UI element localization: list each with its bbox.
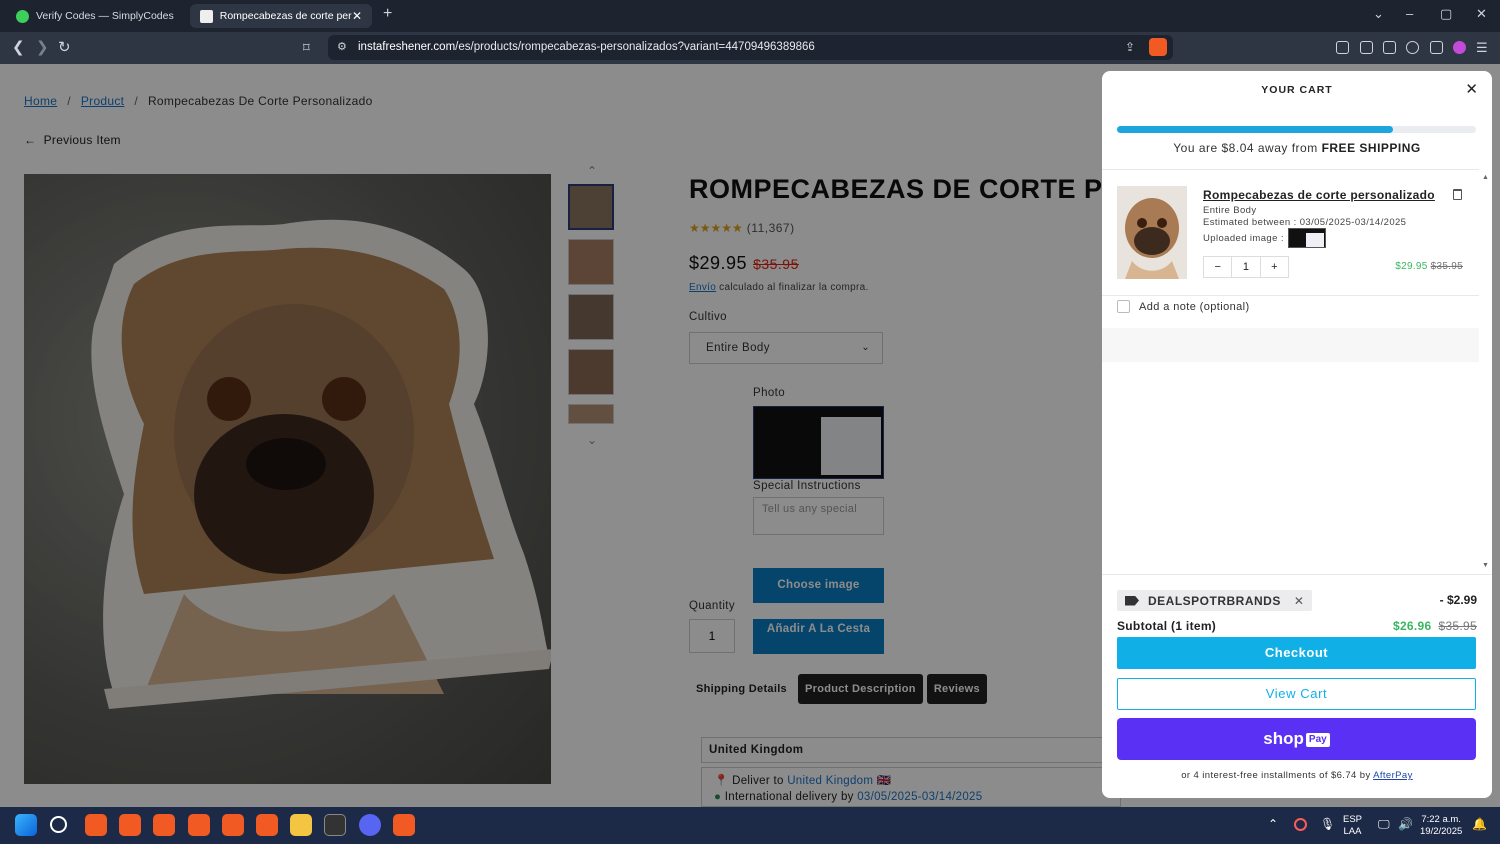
cart-item-image[interactable] xyxy=(1117,186,1187,279)
back-button[interactable]: ❮ xyxy=(12,38,25,56)
maximize-button[interactable]: ▢ xyxy=(1440,6,1452,22)
brave-app-icon[interactable] xyxy=(153,814,175,836)
free-shipping-message: You are $8.04 away from FREE SHIPPING xyxy=(1173,141,1421,155)
browser-toolbar: ❮ ❯ ↻ ⌑ ⚙ instafreshener.com/es/products… xyxy=(0,32,1500,64)
brave-app-icon[interactable] xyxy=(85,814,107,836)
site-info-icon[interactable]: ⚙ xyxy=(337,40,347,53)
profile-avatar[interactable] xyxy=(1453,41,1466,54)
tag-icon xyxy=(1125,595,1139,606)
cart-drawer: YOUR CART ✕ You are $8.04 away from FREE… xyxy=(1102,71,1492,798)
wallet-icon[interactable] xyxy=(1383,41,1396,54)
tab-instafreshener[interactable]: Rompecabezas de corte person ✕ xyxy=(190,4,372,28)
tab-title: Verify Codes — SimplyCodes xyxy=(36,10,174,22)
subtotal-price: $26.96 $35.95 xyxy=(1392,619,1477,633)
windows-start-icon[interactable] xyxy=(15,814,37,836)
tab-title: Rompecabezas de corte person xyxy=(219,10,352,22)
leo-ai-icon[interactable] xyxy=(1406,41,1419,54)
reload-button[interactable]: ↻ xyxy=(58,38,71,56)
remove-discount-icon[interactable]: ✕ xyxy=(1294,594,1305,608)
subtotal-label: Subtotal (1 item) xyxy=(1117,619,1217,633)
share-icon[interactable]: ⇪ xyxy=(1125,40,1135,54)
trash-icon[interactable] xyxy=(1453,189,1462,200)
discount-code-badge: DEALSPOTRBRANDS ✕ xyxy=(1117,590,1313,611)
checkout-button[interactable]: Checkout xyxy=(1117,637,1476,669)
cart-item-estimate: Estimated between : 03/05/2025-03/14/202… xyxy=(1203,217,1407,228)
forward-button[interactable]: ❯ xyxy=(36,38,49,56)
tray-chevron-up-icon[interactable]: ⌃ xyxy=(1268,818,1278,830)
menu-icon[interactable]: ☰ xyxy=(1476,40,1488,56)
microphone-icon[interactable]: 🎙 xyxy=(1320,818,1335,830)
browser-tab-bar: Verify Codes — SimplyCodes Rompecabezas … xyxy=(0,0,1500,32)
close-cart-icon[interactable]: ✕ xyxy=(1465,80,1478,98)
volume-icon[interactable]: 🔊 xyxy=(1398,818,1413,830)
brave-app-icon-active[interactable] xyxy=(393,814,415,836)
cart-item-price: $29.95 $35.95 xyxy=(1395,261,1463,272)
window-close-button[interactable]: ✕ xyxy=(1476,6,1487,22)
site-favicon-icon xyxy=(200,9,213,23)
language-indicator[interactable]: ESP LAA xyxy=(1343,814,1362,838)
cart-item-variant: Entire Body xyxy=(1203,205,1257,216)
notification-bell-icon[interactable]: 🔔 xyxy=(1472,818,1487,830)
network-icon[interactable]: 🖵 xyxy=(1378,818,1390,830)
sync-icon[interactable] xyxy=(1294,818,1307,831)
cart-scrollbar[interactable]: ▲ ▼ xyxy=(1481,174,1490,574)
cart-title: YOUR CART xyxy=(1261,84,1333,96)
product-page: Home / Product / Rompecabezas De Corte Perso… xyxy=(0,64,1500,807)
cart-quantity-value[interactable]: 1 xyxy=(1231,257,1261,277)
brave-app-icon[interactable] xyxy=(119,814,141,836)
add-note-toggle[interactable]: Add a note (optional) xyxy=(1117,300,1250,313)
vpn-shield-icon[interactable] xyxy=(1430,41,1443,54)
sidebar-icon[interactable] xyxy=(1360,41,1373,54)
shop-pay-button[interactable]: shop Pay xyxy=(1117,718,1476,760)
file-explorer-icon[interactable] xyxy=(290,814,312,836)
tab-simplycodes[interactable]: Verify Codes — SimplyCodes xyxy=(6,4,186,28)
simplycodes-icon xyxy=(16,9,29,23)
decrease-quantity-button[interactable]: − xyxy=(1204,257,1231,277)
extensions-icon[interactable] xyxy=(1336,41,1349,54)
minimize-button[interactable]: – xyxy=(1406,6,1413,21)
url-text: instafreshener.com/es/products/rompecabe… xyxy=(358,41,815,53)
clock[interactable]: 7:22 a.m. 19/2/2025 xyxy=(1420,814,1462,838)
search-icon[interactable] xyxy=(50,816,67,833)
free-shipping-progress xyxy=(1117,126,1476,133)
address-bar[interactable]: ⚙ instafreshener.com/es/products/rompeca… xyxy=(328,35,1173,60)
cart-item-uploaded-label: Uploaded image : xyxy=(1203,233,1284,244)
cart-item-name[interactable]: Rompecabezas de corte personalizado xyxy=(1203,188,1435,202)
cart-quantity-stepper: − 1 + xyxy=(1203,256,1289,278)
afterpay-note: or 4 interest-free installments of $6.74… xyxy=(1181,770,1413,781)
scroll-up-icon[interactable]: ▲ xyxy=(1481,174,1490,181)
increase-quantity-button[interactable]: + xyxy=(1261,257,1288,277)
tab-list-chevron-icon[interactable]: ⌄ xyxy=(1373,6,1384,22)
bookmark-icon[interactable]: ⌑ xyxy=(303,40,310,56)
brave-shield-icon[interactable] xyxy=(1149,38,1167,56)
view-cart-button[interactable]: View Cart xyxy=(1117,678,1476,710)
brave-app-icon[interactable] xyxy=(188,814,210,836)
note-checkbox[interactable] xyxy=(1117,300,1130,313)
uploaded-image-thumbnail[interactable] xyxy=(1288,228,1326,248)
discount-amount: - $2.99 xyxy=(1439,593,1477,607)
new-tab-button[interactable]: + xyxy=(383,5,392,23)
windows-taskbar: ⌃ 🎙 ESP LAA 🖵 🔊 7:22 a.m. 19/2/2025 🔔 xyxy=(0,807,1500,844)
close-tab-icon[interactable]: ✕ xyxy=(352,9,362,23)
terminal-icon[interactable] xyxy=(324,814,346,836)
brave-app-icon[interactable] xyxy=(222,814,244,836)
brave-app-icon[interactable] xyxy=(256,814,278,836)
scroll-down-icon[interactable]: ▼ xyxy=(1481,562,1490,569)
discord-icon[interactable] xyxy=(359,814,381,836)
afterpay-link[interactable]: AfterPay xyxy=(1373,770,1413,781)
